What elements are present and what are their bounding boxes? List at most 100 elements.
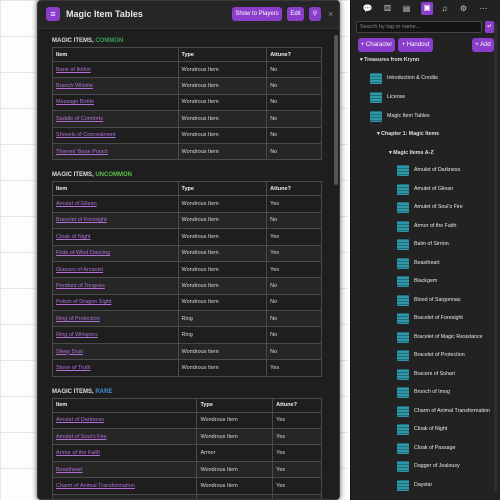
item-attune-cell: No [266,326,322,344]
edit-button[interactable]: Edit [287,7,304,21]
journal-entry-label: Blood of Sargonnas [414,296,461,303]
item-attune-cell: Yes [272,428,322,446]
handout-doc-icon [397,165,409,176]
item-link[interactable]: Dagger of Jealousy [51,493,198,499]
table-row: Ring of Whispers Ring No [52,326,322,344]
column-header-type: Type [196,397,274,413]
handout-dialog: ≡ Magic Item Tables Show to Players Edit… [37,0,340,500]
table-row: Charm of Animal Transformation Wondrous I… [51,477,322,495]
journal-entry-label: Balm of Sirrion [414,241,449,247]
item-link[interactable]: Shovels of Concealment [52,126,179,144]
item-link[interactable]: Branch Whistle [52,77,179,95]
music-icon[interactable]: ♫ [439,3,450,14]
show-to-players-button[interactable]: Show to Players [232,7,282,21]
item-type-cell: Wondrous Item [177,359,268,377]
journal-panel: 💬 ⚄ ▤ ▣ ♫ ⚙ ⋯ Search by tag or name... ↵ + Cha… [350,0,500,500]
journal-entry-label: Bracelet of Protection [414,352,465,358]
item-attune-cell: No [266,277,322,295]
item-link[interactable]: Thieves' Bane Pouch [52,142,179,161]
handout-doc-icon [397,368,409,380]
item-link[interactable]: Beastheart [51,460,198,479]
handout-doc-icon [397,331,409,343]
item-link[interactable]: Pendant of Tongues [52,277,179,295]
item-link[interactable]: Sleep Dust [52,342,179,361]
search-icon[interactable]: ⚲ [309,7,321,21]
handout-doc-icon [397,183,409,195]
item-link[interactable]: Amulet of Gilean [52,195,179,213]
journal-entry-label: Amulet of Gilean [414,185,454,192]
table-row: Bane of Ikirkin Wondrous Item No [52,60,322,79]
table-row: Amulet of Soul's Fire Wondrous Item Yes [51,428,322,446]
panel-scrollbar[interactable] [494,22,497,492]
handout-doc-icon [397,442,409,454]
journal-entry-label: Brooch of Imog [414,389,450,395]
folder-magic-items-a-z[interactable]: ▾ Magic Items A-Z [389,150,434,156]
dialog-scrollbar[interactable] [334,35,338,185]
item-link[interactable]: Glasses of Arcanist [52,260,179,279]
item-link[interactable]: Ring of Protection [52,310,179,328]
table-row: Dagger of JealousyWeaponYes [51,493,322,499]
journal-entry-label: Armor of the Faith [414,222,457,229]
item-attune-cell: Yes [272,493,322,499]
item-type-cell: Wondrous Item [177,277,268,295]
table-row: Ring of Protection Ring No [52,310,322,328]
item-link[interactable]: Ring of Whispers [52,326,179,344]
table-row: Stone of Truth Wondrous Item Yes [52,359,322,377]
journal-search-input[interactable]: Search by tag or name... [356,21,482,33]
handout-doc-icon [370,111,382,122]
item-type-cell: Wondrous Item [196,428,274,446]
item-attune-cell: No [266,310,322,328]
dice-icon[interactable]: ⚄ [382,3,393,14]
item-link[interactable]: Flute of Wind Dancing [52,244,179,262]
journal-entry-label: Amulet of Soul's Fire [414,204,463,210]
table-row: Thieves' Bane Pouch Wondrous Item No [52,142,322,161]
item-link[interactable]: Charm of Animal Transformation [51,477,198,495]
item-link[interactable]: Armor of the Faith [51,444,198,462]
column-header-item: Item [52,47,179,62]
section-title: MAGIC ITEMS, UNCOMMON [52,172,325,179]
item-link[interactable]: Bane of Ikirkin [52,60,179,79]
column-header-type: Type [177,181,268,197]
close-icon[interactable]: × [328,10,333,19]
add-character-button[interactable]: + Character [358,38,395,52]
search-submit-icon[interactable]: ↵ [485,21,494,33]
add-button[interactable]: + Add [472,38,494,52]
item-attune-cell: No [266,60,322,79]
item-link[interactable]: Cloak of Night [52,228,179,246]
journal-entry-label: Bracers of Sohari [414,370,455,377]
add-handout-button[interactable]: + Handout [398,38,433,52]
column-header-item: Item [51,397,198,413]
magic-item-table: Item Type Attune? Bane of Ikirkin Wondrous I… [52,47,322,161]
table-row: Glasses of Arcanist Wondrous Item Yes [52,260,322,279]
item-attune-cell: No [266,293,322,312]
item-attune-cell: Yes [272,477,322,495]
item-link[interactable]: Amulet of Soul's Fire [51,428,198,446]
folder-treasures-from-krynn[interactable]: ▾ Treasures from Krynn [360,57,419,63]
dialog-header[interactable]: ≡ Magic Item Tables Show to Players Edit… [38,1,339,29]
item-type-cell: Wondrous Item [196,460,274,479]
journal-entry-label: Beastheart [414,259,440,266]
journal-entry-label: Cloak of Passage [414,444,456,451]
journal-icon[interactable]: ▣ [421,2,433,15]
table-row: Sleep Dust Wondrous Item No [52,342,322,361]
folder-chapter-1[interactable]: ▾ Chapter 1: Magic Items [377,131,439,137]
item-type-cell: Wondrous Item [196,477,274,495]
column-header-item: Item [52,181,179,197]
item-link[interactable]: Message Bottle [52,93,179,112]
compendium-icon[interactable]: ▤ [401,3,412,14]
item-link[interactable]: Amulet of Darkness [51,411,198,430]
item-type-cell: Wondrous Item [177,110,268,128]
table-header-row: Item Type Attune? [52,181,322,197]
chat-icon[interactable]: 💬 [362,3,373,14]
settings-icon[interactable]: ⚙ [458,3,469,14]
item-attune-cell: Yes [272,411,322,430]
column-header-type: Type [177,47,268,62]
item-type-cell: Ring [177,326,268,344]
item-link[interactable]: Bracelet of Foresight [52,211,179,230]
table-row: Saddle of Comforts Wondrous Item No [52,110,322,128]
more-icon[interactable]: ⋯ [478,3,489,14]
item-type-cell: Wondrous Item [177,195,268,213]
item-link[interactable]: Stone of Truth [52,359,179,377]
item-link[interactable]: Saddle of Comforts [52,110,179,128]
item-link[interactable]: Potion of Dragon Sight [52,293,179,312]
